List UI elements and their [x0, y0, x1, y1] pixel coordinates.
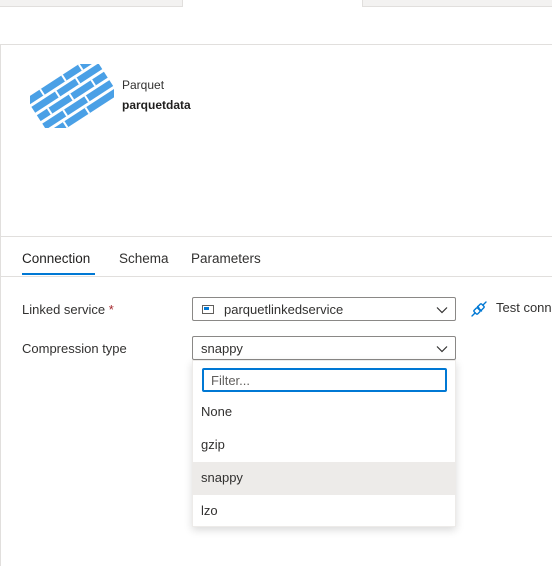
- compression-type-dropdown: None gzip snappy lzo: [192, 360, 456, 527]
- plug-icon: [471, 301, 487, 317]
- test-connection-button[interactable]: Test connection: [470, 299, 552, 319]
- tab-schema[interactable]: Schema: [119, 251, 169, 266]
- filter-input[interactable]: [202, 368, 447, 392]
- compression-type-select[interactable]: snappy: [192, 336, 456, 360]
- dataset-type-label: Parquet: [122, 78, 165, 92]
- chevron-down-icon: [436, 307, 448, 314]
- document-tab-inactive-right[interactable]: [362, 0, 552, 7]
- compression-type-label: Compression type: [22, 341, 127, 356]
- test-connection-label: Test connection: [496, 300, 552, 315]
- chevron-down-icon: [436, 346, 448, 353]
- option-snappy[interactable]: snappy: [193, 462, 455, 495]
- option-lzo[interactable]: lzo: [193, 495, 455, 528]
- tab-parameters[interactable]: Parameters: [191, 251, 261, 266]
- option-none[interactable]: None: [193, 396, 455, 429]
- left-panel-border: [0, 44, 1, 566]
- linked-service-select[interactable]: parquetlinkedservice: [192, 297, 456, 321]
- document-tab-inactive[interactable]: [0, 0, 183, 7]
- active-tab-indicator: [22, 273, 95, 275]
- required-marker: *: [108, 302, 114, 317]
- linked-service-label: Linked service *: [22, 302, 114, 317]
- linked-service-icon: [202, 305, 214, 314]
- parquet-logo-icon: [30, 64, 114, 128]
- tab-connection[interactable]: Connection: [22, 251, 90, 266]
- dataset-name: parquetdata: [122, 98, 191, 112]
- tabs-divider: [0, 276, 552, 277]
- compression-type-value: snappy: [201, 341, 243, 356]
- section-divider: [0, 236, 552, 237]
- header-divider: [0, 44, 552, 45]
- linked-service-value: parquetlinkedservice: [224, 302, 344, 317]
- option-gzip[interactable]: gzip: [193, 429, 455, 462]
